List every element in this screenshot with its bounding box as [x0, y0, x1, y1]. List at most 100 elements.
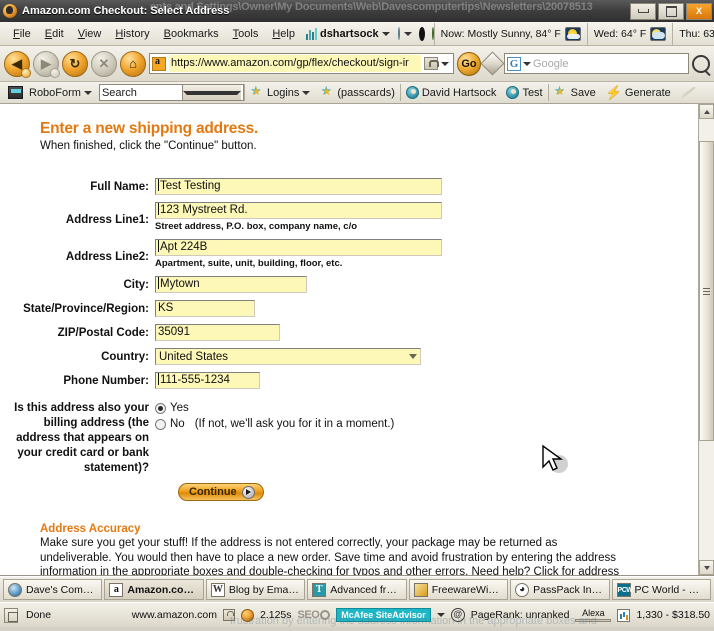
menu-view[interactable]: View — [71, 26, 109, 42]
back-dropdown-badge — [21, 67, 31, 78]
generate-label: Generate — [624, 86, 671, 99]
back-button[interactable]: ◀ — [4, 50, 31, 78]
menu-history[interactable]: History — [108, 26, 156, 42]
taskbar-item-passpack[interactable]: ◕ PassPack Infos... — [510, 579, 610, 600]
search-magnifier-icon[interactable] — [692, 54, 710, 73]
radio-yes-icon[interactable] — [155, 402, 166, 414]
roboform-search-input[interactable]: Search — [98, 84, 244, 101]
bolt-icon: ⚡ — [605, 84, 622, 100]
scrollbar-thumb[interactable] — [699, 141, 714, 441]
google-search-input[interactable]: Google — [533, 58, 686, 70]
input-state[interactable]: KS — [155, 300, 255, 317]
roboform-profile-menu[interactable]: dshartsock — [305, 27, 390, 40]
at-sign-icon[interactable]: @ — [450, 608, 465, 622]
amazon-favicon — [152, 56, 166, 71]
label-country: Country: — [101, 351, 149, 363]
padlock-icon — [222, 609, 235, 621]
person-icon-2 — [506, 86, 520, 99]
chevron-down-icon — [381, 31, 390, 36]
radio-no-icon[interactable] — [155, 418, 166, 430]
close-button[interactable]: X — [686, 2, 712, 20]
roboform-passcards-button[interactable]: (passcards) — [315, 83, 399, 103]
weather-wed[interactable]: Wed: 64° F — [586, 22, 672, 45]
scroll-up-button[interactable] — [699, 104, 714, 119]
weather-now[interactable]: Now: Mostly Sunny, 84° F — [433, 22, 587, 45]
chevron-down-icon-2[interactable] — [403, 31, 412, 36]
wordpress-icon: W — [210, 582, 225, 597]
page-viewport: Enter a new shipping address. When finis… — [0, 104, 714, 576]
label-address-line2: Address Line2: — [65, 251, 149, 263]
select-country[interactable]: United States — [155, 348, 421, 365]
alexa-widget[interactable]: Alexa — [575, 608, 612, 622]
mcafee-label: McAfee SiteAdvisor — [341, 610, 426, 620]
roboform-logins-button[interactable]: Logins — [245, 83, 315, 103]
radio-option-yes[interactable]: Yes — [155, 402, 698, 414]
value-full-name: Test Testing — [160, 180, 221, 192]
home-button[interactable]: ⌂ — [120, 50, 146, 77]
menu-tools[interactable]: Tools — [226, 26, 266, 42]
taskbar-label-3: Advanced free... — [330, 583, 402, 596]
mcafee-siteadvisor-badge[interactable]: McAfee SiteAdvisor — [336, 608, 431, 622]
menu-edit[interactable]: Edit — [38, 26, 71, 42]
continue-label: Continue — [189, 486, 237, 498]
taskbar-item-freewarewiki[interactable]: FreewareWiki ... — [408, 579, 509, 600]
input-address-line1[interactable]: 123 Mystreet Rd. — [155, 202, 442, 219]
roboform-logo-icon — [8, 86, 23, 99]
taskbar-item-pc-world[interactable]: PCW PC World - Go... — [611, 579, 711, 600]
seo-icon[interactable]: SEO — [298, 609, 331, 621]
vertical-scrollbar[interactable] — [698, 104, 714, 575]
firefox-icon — [3, 4, 17, 18]
page-header: Enter a new shipping address. When finis… — [40, 120, 698, 152]
input-zip[interactable]: 35091 — [155, 324, 280, 341]
menu-bookmarks[interactable]: Bookmarks — [157, 26, 226, 42]
address-accuracy-title: Address Accuracy — [40, 523, 141, 535]
url-input[interactable]: https://www.amazon.com/gp/flex/checkout/… — [169, 55, 421, 72]
billing-question-label: Is this address also your billing addres… — [14, 402, 149, 474]
bookmark-diamond-icon[interactable] — [480, 51, 505, 76]
search-engine-chevron-icon[interactable] — [523, 61, 531, 66]
weather-thu[interactable]: Thu: 63 — [672, 22, 714, 45]
logins-label: Logins — [266, 86, 300, 99]
taskbar-item-blog-by-email[interactable]: W Blog by Email ... — [205, 579, 306, 600]
globe-icon[interactable] — [397, 27, 400, 40]
roboform-identity-david[interactable]: David Hartsock — [401, 83, 502, 103]
chevron-down-icon-mcafee[interactable] — [436, 613, 445, 617]
continue-button[interactable]: Continue — [178, 483, 264, 501]
radio-option-no[interactable]: No (If not, we'll ask you for it in a mo… — [155, 418, 698, 430]
taskbar-item-daves-computer[interactable]: Dave's Compu... — [3, 579, 103, 600]
reload-button[interactable]: ↻ — [62, 50, 88, 77]
menu-file[interactable]: File — [6, 26, 38, 42]
address-accuracy-body: Make sure you get your stuff! If the add… — [40, 537, 620, 575]
menu-help[interactable]: Help — [265, 26, 302, 42]
roboform-generate-button[interactable]: ⚡ Generate — [601, 83, 676, 103]
address-bar[interactable]: https://www.amazon.com/gp/flex/checkout/… — [149, 53, 454, 74]
go-button[interactable]: Go — [457, 51, 481, 76]
scroll-down-button[interactable] — [699, 560, 714, 575]
ring-icon[interactable] — [418, 26, 425, 41]
input-full-name[interactable]: Test Testing — [155, 178, 442, 195]
google-search-box[interactable]: G Google — [504, 53, 689, 74]
taskbar-item-amazon[interactable]: a Amazon.com ... — [104, 579, 204, 600]
home-icon: ⌂ — [129, 56, 137, 71]
scrollbar-track[interactable] — [699, 119, 714, 560]
chevron-down-icon-rfsearch — [182, 90, 241, 95]
roboform-save-button[interactable]: Save — [549, 83, 601, 103]
passpack-icon: ◕ — [515, 582, 530, 597]
roboform-search-dropdown[interactable] — [181, 85, 241, 100]
url-dropdown-icon[interactable] — [441, 61, 449, 66]
value-city: Mytown — [160, 278, 200, 290]
taskbar-item-advanced-free[interactable]: T Advanced free... — [307, 579, 407, 600]
input-address-line2[interactable]: Apt 224B — [155, 239, 442, 256]
status-load-time: 2.125s — [259, 609, 292, 621]
roboform-identity-test[interactable]: Test — [501, 83, 547, 103]
roboform-pen-tool[interactable] — [676, 83, 701, 103]
roboform-menu[interactable]: RoboForm — [3, 83, 97, 103]
ie-icon — [8, 582, 22, 597]
identity-david-label: David Hartsock — [421, 86, 497, 99]
minimize-button[interactable] — [630, 2, 656, 20]
input-city[interactable]: Mytown — [155, 276, 307, 293]
continue-button-wrap: Continue — [178, 482, 698, 501]
input-phone[interactable]: 111-555-1234 — [155, 372, 260, 389]
maximize-button[interactable] — [658, 2, 684, 20]
field-row-city: City: Mytown — [0, 276, 698, 293]
